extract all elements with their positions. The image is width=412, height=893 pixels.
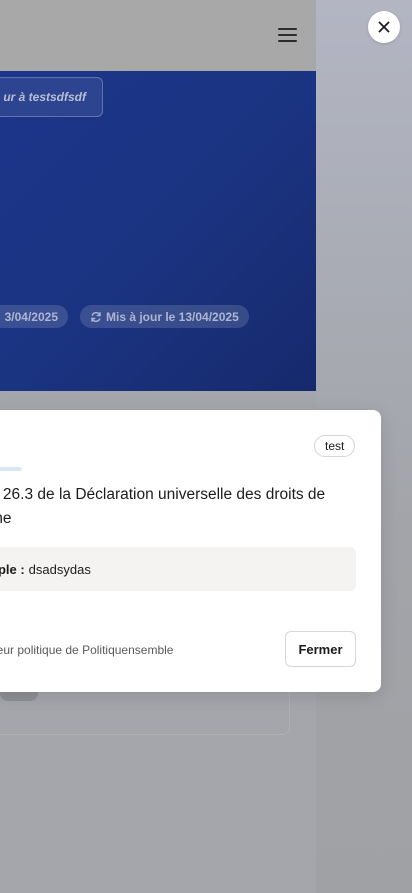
modal-title: e 26.3 de la Déclaration universelle des… <box>0 483 390 531</box>
hamburger-menu-icon[interactable] <box>278 26 298 44</box>
category-tag: test <box>314 435 356 457</box>
modal-dialog: test e 26.3 de la Déclaration universell… <box>0 410 381 692</box>
top-bar <box>0 0 316 71</box>
background-card <box>0 690 290 735</box>
hero-banner: ur à testsdfsdf 3/04/2025 Mis à jour le … <box>0 71 316 391</box>
category-tag-label: test <box>325 439 345 453</box>
close-modal-button[interactable]: Fermer <box>285 631 356 667</box>
progress-bar <box>0 467 22 471</box>
date-pill-label: 3/04/2025 <box>4 309 58 324</box>
updated-pill: Mis à jour le 13/04/2025 <box>80 305 249 328</box>
close-overlay-button[interactable] <box>368 11 400 43</box>
modal-title-line-2: me <box>0 510 12 527</box>
updated-pill-label: Mis à jour le 13/04/2025 <box>106 309 239 324</box>
example-label: nple : <box>0 561 25 577</box>
return-button[interactable]: ur à testsdfsdf <box>0 77 103 117</box>
close-icon <box>378 21 390 33</box>
return-button-label: ur à testsdfsdf <box>3 90 86 104</box>
footer-source-text: deur politique de Politiquensemble <box>0 643 174 657</box>
close-modal-button-label: Fermer <box>298 641 343 657</box>
date-pill: 3/04/2025 <box>0 305 68 328</box>
refresh-icon <box>90 311 102 323</box>
modal-title-line-1: e 26.3 de la Déclaration universelle des… <box>0 486 326 503</box>
example-box: nple : dsadsydas <box>0 547 356 591</box>
example-value: dsadsydas <box>28 561 91 577</box>
